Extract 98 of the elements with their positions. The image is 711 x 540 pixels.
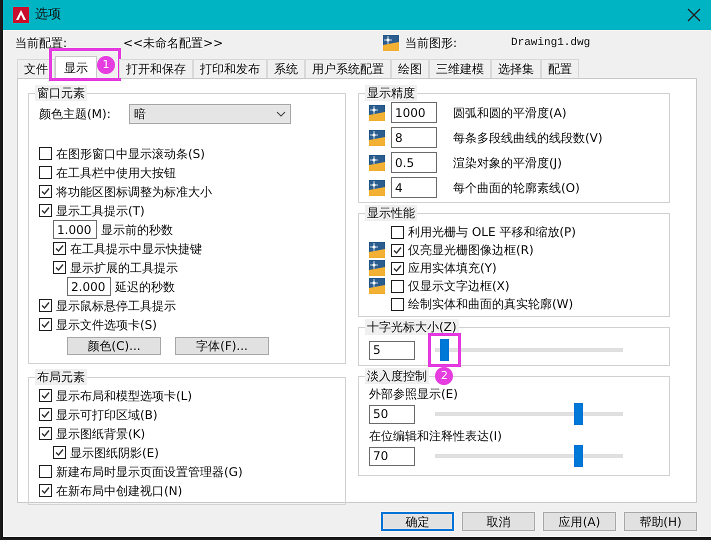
group-title: 十字光标大小(Z) — [365, 319, 459, 335]
checkbox[interactable] — [391, 262, 404, 274]
tab[interactable]: 配置 — [541, 59, 579, 78]
field-label: 每个曲面的轮廓素线(O) — [453, 180, 580, 196]
checkbox-label: 在新布局中创建视口(N) — [56, 482, 182, 500]
checkbox-label: 仅显示文字边框(X) — [408, 278, 510, 295]
button[interactable]: 应用(A) — [543, 512, 616, 531]
callout-badge: 1 — [97, 56, 115, 74]
slider-thumb[interactable] — [574, 445, 583, 467]
tab[interactable]: 打开和保存 — [119, 59, 193, 78]
field-label: 延迟的秒数 — [115, 278, 175, 296]
checkbox[interactable] — [39, 484, 52, 497]
checkbox-label: 显示可打印区域(B) — [56, 406, 158, 424]
checkbox-label: 在工具提示中显示快捷键 — [70, 240, 202, 258]
drawing-icon — [369, 180, 385, 196]
button[interactable]: 帮助(H) — [624, 512, 697, 531]
checkbox[interactable] — [39, 185, 52, 198]
app-logo-icon — [13, 7, 29, 23]
checkbox[interactable] — [391, 226, 404, 238]
caret-icon — [276, 111, 286, 117]
drawing-icon — [369, 154, 385, 170]
field-label: 显示前的秒数 — [101, 222, 173, 238]
input-field[interactable]: 1000 — [391, 102, 437, 123]
slider-thumb[interactable] — [574, 403, 583, 425]
input-field[interactable]: 5 — [369, 340, 415, 360]
close-icon[interactable] — [687, 8, 701, 22]
checkbox[interactable] — [39, 465, 52, 478]
input-field[interactable]: 2.000 — [67, 277, 111, 296]
checkbox[interactable] — [39, 408, 52, 421]
input-field[interactable]: 1.000 — [53, 220, 97, 239]
tab[interactable]: 三维建模 — [429, 59, 491, 78]
checkbox-label: 将功能区图标调整为标准大小 — [56, 184, 212, 200]
tab[interactable]: 打印和发布 — [193, 59, 267, 78]
tab[interactable]: 选择集 — [491, 59, 541, 78]
checkbox-label: 显示文件选项卡(S) — [56, 316, 157, 334]
drawing-icon — [383, 35, 399, 51]
checkbox-label: 显示图纸阴影(E) — [70, 444, 159, 462]
field-label: 外部参照显示(E) — [369, 386, 459, 403]
drawing-icon — [369, 130, 385, 146]
checkbox[interactable] — [39, 166, 52, 179]
profile-label: 当前配置: — [15, 35, 68, 52]
input-field[interactable]: 0.5 — [391, 152, 437, 173]
checkbox[interactable] — [39, 389, 52, 402]
drawing-label: 当前图形: — [405, 35, 458, 52]
checkbox-label: 显示鼠标悬停工具提示 — [56, 298, 176, 314]
checkbox-label: 绘制实体和曲面的真实轮廓(W) — [408, 296, 574, 313]
callout-badge: 2 — [435, 367, 454, 385]
checkbox[interactable] — [39, 318, 52, 331]
checkbox[interactable] — [53, 261, 66, 274]
group-title: 淡入度控制 — [365, 368, 429, 384]
field-label: 渲染对象的平滑度(J) — [453, 154, 562, 172]
checkbox[interactable] — [39, 204, 52, 217]
group-title: 窗口元素 — [35, 85, 87, 101]
checkbox[interactable] — [391, 298, 404, 310]
input-field[interactable]: 70 — [369, 446, 415, 466]
checkbox[interactable] — [53, 446, 66, 459]
group-title: 布局元素 — [35, 369, 87, 385]
input-field[interactable]: 8 — [391, 127, 437, 148]
checkbox-label: 新建布局时显示页面设置管理器(G) — [56, 464, 243, 480]
group-title: 显示性能 — [365, 205, 417, 221]
callout-frame — [428, 333, 462, 367]
window-title: 选项 — [35, 6, 61, 24]
slider-thumb[interactable] — [440, 339, 450, 361]
checkbox[interactable] — [39, 147, 52, 160]
checkbox-label: 仅亮显光栅图像边框(R) — [408, 242, 534, 259]
button[interactable]: 颜色(C)... — [67, 337, 161, 355]
theme-dropdown[interactable]: 暗 — [129, 104, 291, 124]
button[interactable]: 取消 — [462, 512, 535, 531]
drawing-name: Drawing1.dwg — [511, 36, 590, 51]
checkbox-label: 应用实体填充(Y) — [408, 260, 497, 277]
field-label: 在位编辑和注释性表达(I) — [369, 428, 503, 445]
profile-value: <<未命名配置>> — [123, 35, 224, 52]
checkbox[interactable] — [391, 244, 404, 256]
checkbox-label: 显示布局和模型选项卡(L) — [56, 388, 192, 404]
checkbox[interactable] — [53, 242, 66, 255]
checkbox[interactable] — [391, 280, 404, 292]
checkbox-label: 利用光栅与 OLE 平移和缩放(P) — [408, 224, 576, 241]
checkbox-label: 在工具栏中使用大按钮 — [56, 164, 176, 182]
checkbox-label: 显示工具提示(T) — [56, 202, 145, 220]
group-title: 显示精度 — [365, 85, 417, 101]
button[interactable]: 确定 — [381, 512, 454, 531]
tab[interactable]: 系统 — [267, 59, 305, 78]
checkbox[interactable] — [39, 299, 52, 312]
tab[interactable]: 用户系统配置 — [305, 59, 391, 78]
tab[interactable]: 绘图 — [391, 59, 429, 78]
field-label: 每条多段线曲线的线段数(V) — [453, 130, 603, 146]
checkbox-label: 显示扩展的工具提示 — [70, 260, 178, 276]
field-label: 颜色主题(M): — [39, 106, 112, 123]
checkbox-label: 显示图纸背景(K) — [56, 426, 146, 442]
checkbox-label: 在图形窗口中显示滚动条(S) — [56, 146, 205, 162]
tab[interactable]: 显示 — [55, 56, 97, 78]
tab[interactable]: 文件 — [17, 59, 55, 78]
drawing-icon — [369, 104, 385, 120]
checkbox[interactable] — [39, 427, 52, 440]
button[interactable]: 字体(F)... — [175, 337, 269, 355]
input-field[interactable]: 4 — [391, 177, 437, 198]
input-field[interactable]: 50 — [369, 404, 415, 424]
field-label: 圆弧和圆的平滑度(A) — [453, 104, 567, 122]
